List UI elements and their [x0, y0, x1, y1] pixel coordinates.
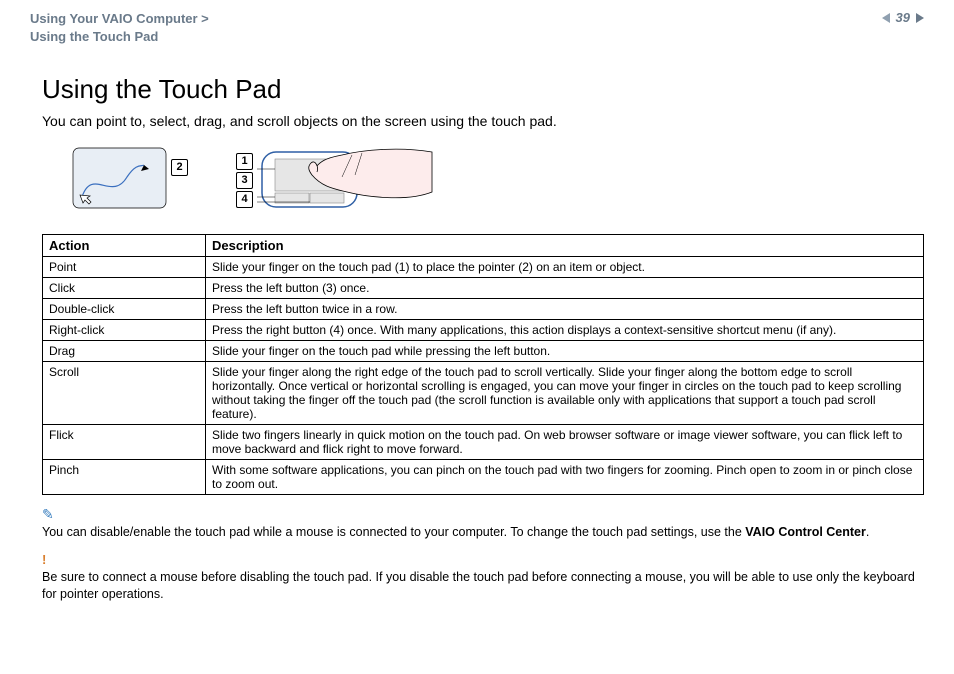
actions-table-body: PointSlide your finger on the touch pad …	[43, 257, 924, 495]
action-cell: Flick	[43, 425, 206, 460]
description-cell: Slide your finger on the touch pad while…	[206, 341, 924, 362]
screen-cursor-diagram	[72, 147, 167, 212]
callout-4: 4	[236, 191, 253, 208]
table-row: Double-clickPress the left button twice …	[43, 299, 924, 320]
warning-note: ! Be sure to connect a mouse before disa…	[42, 551, 924, 603]
action-cell: Drag	[43, 341, 206, 362]
action-cell: Point	[43, 257, 206, 278]
pencil-note-icon: ✎	[42, 506, 54, 522]
description-cell: Press the right button (4) once. With ma…	[206, 320, 924, 341]
description-cell: Press the left button twice in a row.	[206, 299, 924, 320]
tip-text-bold: VAIO Control Center	[745, 525, 866, 539]
description-cell: Slide your finger on the touch pad (1) t…	[206, 257, 924, 278]
callout-2: 2	[171, 159, 188, 176]
callout-1: 1	[236, 153, 253, 170]
breadcrumb-line-2: Using the Touch Pad	[30, 28, 209, 46]
action-cell: Click	[43, 278, 206, 299]
action-cell: Right-click	[43, 320, 206, 341]
prev-page-arrow-icon[interactable]	[882, 13, 890, 23]
page-nav: 39	[882, 10, 924, 25]
next-page-arrow-icon[interactable]	[916, 13, 924, 23]
breadcrumb: Using Your VAIO Computer > Using the Tou…	[30, 10, 209, 46]
exclamation-warn-icon: !	[42, 552, 46, 567]
diagram-row: 2 1 3 4	[72, 147, 924, 222]
table-row: ScrollSlide your finger along the right …	[43, 362, 924, 425]
action-cell: Pinch	[43, 460, 206, 495]
page-content: Using the Touch Pad You can point to, se…	[0, 54, 954, 602]
warning-text: Be sure to connect a mouse before disabl…	[42, 570, 915, 601]
table-row: Right-clickPress the right button (4) on…	[43, 320, 924, 341]
action-cell: Scroll	[43, 362, 206, 425]
table-header-action: Action	[43, 235, 206, 257]
description-cell: With some software applications, you can…	[206, 460, 924, 495]
callout-stack: 1 3 4	[236, 153, 253, 208]
table-header-description: Description	[206, 235, 924, 257]
table-row: FlickSlide two fingers linearly in quick…	[43, 425, 924, 460]
description-cell: Slide two fingers linearly in quick moti…	[206, 425, 924, 460]
tip-text-post: .	[866, 525, 869, 539]
table-row: PinchWith some software applications, yo…	[43, 460, 924, 495]
tip-text-pre: You can disable/enable the touch pad whi…	[42, 525, 745, 539]
page-title: Using the Touch Pad	[42, 74, 924, 105]
description-cell: Slide your finger along the right edge o…	[206, 362, 924, 425]
page-header: Using Your VAIO Computer > Using the Tou…	[0, 0, 954, 54]
table-row: DragSlide your finger on the touch pad w…	[43, 341, 924, 362]
tip-note: ✎ You can disable/enable the touch pad w…	[42, 505, 924, 541]
actions-table: Action Description PointSlide your finge…	[42, 234, 924, 495]
table-row: PointSlide your finger on the touch pad …	[43, 257, 924, 278]
description-cell: Press the left button (3) once.	[206, 278, 924, 299]
action-cell: Double-click	[43, 299, 206, 320]
breadcrumb-line-1: Using Your VAIO Computer >	[30, 10, 209, 28]
touchpad-hand-diagram	[257, 147, 437, 222]
callout-3: 3	[236, 172, 253, 189]
intro-text: You can point to, select, drag, and scro…	[42, 113, 924, 129]
page-number: 39	[896, 10, 910, 25]
table-row: ClickPress the left button (3) once.	[43, 278, 924, 299]
